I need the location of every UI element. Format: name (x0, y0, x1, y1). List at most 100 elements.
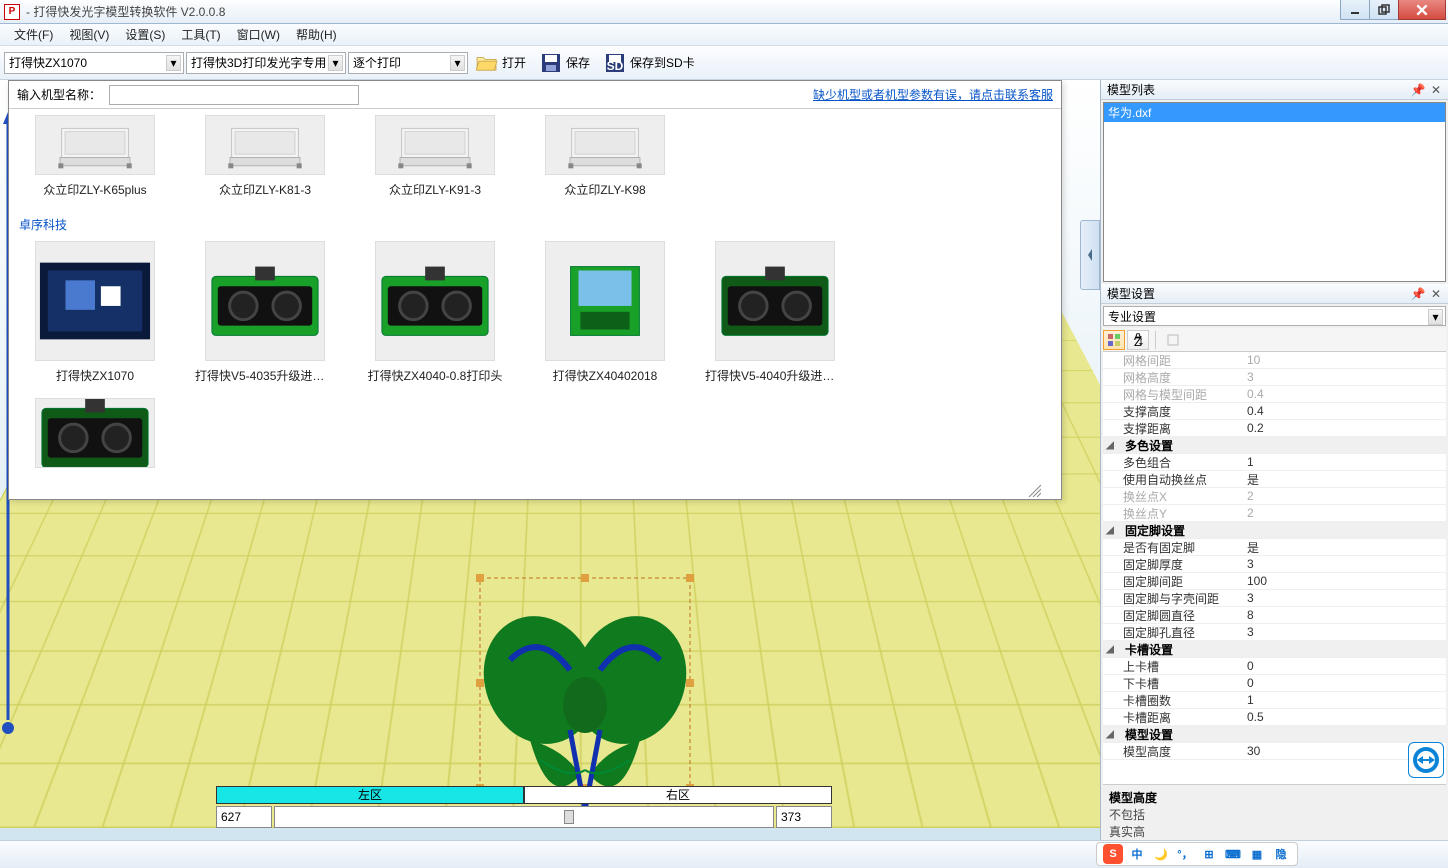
prop-value[interactable]: 是 (1243, 539, 1446, 556)
prop-row[interactable]: 网格高度3 (1103, 369, 1446, 386)
collapse-icon[interactable]: ◢ (1105, 644, 1115, 655)
ime-keyboard-icon[interactable]: ⌨ (1223, 844, 1243, 864)
splitter-handle[interactable] (1080, 220, 1100, 290)
prop-value[interactable]: 0 (1243, 659, 1446, 673)
prop-row[interactable]: 模型高度30 (1103, 743, 1446, 760)
menu-window[interactable]: 窗口(W) (229, 24, 288, 45)
prop-row[interactable]: 固定脚圆直径8 (1103, 607, 1446, 624)
machine-thumb[interactable]: 众立印ZLY-K81-3 (195, 115, 335, 198)
zone-slider-thumb[interactable] (564, 810, 574, 824)
prop-row[interactable]: 支撑高度0.4 (1103, 403, 1446, 420)
ime-grid-icon[interactable]: ⊞ (1199, 844, 1219, 864)
machine-thumb[interactable]: 众立印ZLY-K65plus (25, 115, 165, 198)
close-button[interactable] (1398, 0, 1446, 20)
minimize-button[interactable] (1340, 0, 1370, 20)
prop-row[interactable]: 固定脚与字壳间距3 (1103, 590, 1446, 607)
machine-thumb[interactable]: 众立印ZLY-K98 (535, 115, 675, 198)
zone-left-value[interactable]: 627 (216, 806, 272, 828)
zone-right-tab[interactable]: 右区 (524, 786, 832, 804)
prop-value[interactable]: 3 (1243, 625, 1446, 639)
ime-moon-icon[interactable]: 🌙 (1151, 844, 1171, 864)
ime-slot-icon[interactable]: ▦ (1247, 844, 1267, 864)
prop-row[interactable]: 固定脚厚度3 (1103, 556, 1446, 573)
viewport-3d[interactable]: 输入机型名称： 缺少机型或者机型参数有误，请点击联系客服 众立印ZLY-K65p… (0, 80, 1100, 840)
model-list-item[interactable]: 华为.dxf (1104, 103, 1445, 122)
prop-value[interactable]: 8 (1243, 608, 1446, 622)
prop-row[interactable]: 使用自动换丝点是 (1103, 471, 1446, 488)
prop-row[interactable]: 固定脚间距100 (1103, 573, 1446, 590)
prop-value[interactable]: 是 (1243, 471, 1446, 488)
machine-name-input[interactable] (109, 85, 359, 105)
categorized-view-button[interactable] (1103, 330, 1125, 350)
prop-value[interactable]: 0.5 (1243, 710, 1446, 724)
machine-thumb[interactable]: 打得快V5-4035升级进程热... (195, 241, 335, 384)
ime-toolbar[interactable]: S 中 🌙 °， ⊞ ⌨ ▦ 隐 (1096, 842, 1298, 866)
maximize-button[interactable] (1369, 0, 1399, 20)
menu-help[interactable]: 帮助(H) (288, 24, 345, 45)
save-button[interactable]: 保存 (534, 49, 596, 77)
prop-group-header[interactable]: ◢卡槽设置 (1103, 641, 1446, 658)
prop-row[interactable]: 固定脚孔直径3 (1103, 624, 1446, 641)
machine-combo[interactable]: 打得快ZX1070 ▾ (4, 52, 184, 74)
prop-row[interactable]: 支撑距离0.2 (1103, 420, 1446, 437)
prop-row[interactable]: 网格与模型间距0.4 (1103, 386, 1446, 403)
printmode-combo[interactable]: 逐个打印 ▾ (348, 52, 468, 74)
prop-row[interactable]: 上卡槽0 (1103, 658, 1446, 675)
prop-row[interactable]: 是否有固定脚是 (1103, 539, 1446, 556)
prop-value[interactable]: 100 (1243, 574, 1446, 588)
prop-value[interactable]: 2 (1243, 489, 1446, 503)
prop-row[interactable]: 多色组合1 (1103, 454, 1446, 471)
prop-value[interactable]: 0 (1243, 676, 1446, 690)
machine-thumb[interactable]: 打得快ZX40402018 (535, 241, 675, 384)
ime-chinese-icon[interactable]: 中 (1127, 844, 1147, 864)
machine-thumb[interactable] (25, 398, 165, 474)
alphabetical-view-button[interactable]: AZ (1127, 330, 1149, 350)
prop-group-header[interactable]: ◢模型设置 (1103, 726, 1446, 743)
save-sd-button[interactable]: SD 保存到SD卡 (598, 49, 701, 77)
prop-value[interactable]: 3 (1243, 591, 1446, 605)
prop-row[interactable]: 下卡槽0 (1103, 675, 1446, 692)
open-button[interactable]: 打开 (470, 49, 532, 77)
pin-icon[interactable]: 📌 (1412, 288, 1424, 300)
prop-row[interactable]: 卡槽距离0.5 (1103, 709, 1446, 726)
property-grid[interactable]: 网格间距10网格高度3网格与模型间距0.4支撑高度0.4支撑距离0.2◢多色设置… (1103, 352, 1446, 784)
profile-combo[interactable]: 打得快3D打印发光字专用 ▾ (186, 52, 346, 74)
settings-mode-combo[interactable]: 专业设置 ▾ (1103, 306, 1446, 326)
prop-group-header[interactable]: ◢多色设置 (1103, 437, 1446, 454)
prop-value[interactable]: 10 (1243, 353, 1446, 367)
resize-grip-icon[interactable] (1025, 481, 1041, 497)
ime-punct-icon[interactable]: °， (1175, 844, 1195, 864)
settings-extra-button[interactable] (1162, 330, 1184, 350)
ime-logo-icon[interactable]: S (1103, 844, 1123, 864)
machine-thumb[interactable]: 众立印ZLY-K91-3 (365, 115, 505, 198)
machine-thumb[interactable]: 打得快ZX4040-0.8打印头 (365, 241, 505, 384)
ime-hide-icon[interactable]: 隐 (1271, 844, 1291, 864)
prop-row[interactable]: 卡槽圈数1 (1103, 692, 1446, 709)
close-panel-icon[interactable]: ✕ (1430, 288, 1442, 300)
prop-value[interactable]: 2 (1243, 506, 1446, 520)
prop-value[interactable]: 1 (1243, 455, 1446, 469)
contact-support-link[interactable]: 缺少机型或者机型参数有误，请点击联系客服 (813, 86, 1053, 103)
prop-value[interactable]: 3 (1243, 370, 1446, 384)
prop-value[interactable]: 0.4 (1243, 387, 1446, 401)
selector-body[interactable]: 众立印ZLY-K65plus 众立印ZLY-K81-3 众立印ZLY-K91-3 众立… (9, 109, 1061, 499)
menu-settings[interactable]: 设置(S) (117, 24, 173, 45)
zone-right-value[interactable]: 373 (776, 806, 832, 828)
teamviewer-icon[interactable] (1408, 742, 1444, 778)
prop-value[interactable]: 0.4 (1243, 404, 1446, 418)
menu-tools[interactable]: 工具(T) (173, 24, 228, 45)
prop-value[interactable]: 1 (1243, 693, 1446, 707)
prop-value[interactable]: 3 (1243, 557, 1446, 571)
prop-row[interactable]: 换丝点Y2 (1103, 505, 1446, 522)
collapse-icon[interactable]: ◢ (1105, 525, 1115, 536)
zone-left-tab[interactable]: 左区 (216, 786, 524, 804)
machine-thumb[interactable]: 打得快V5-4040升级进程热... (705, 241, 845, 384)
prop-row[interactable]: 换丝点X2 (1103, 488, 1446, 505)
prop-value[interactable]: 0.2 (1243, 421, 1446, 435)
menu-file[interactable]: 文件(F) (6, 24, 61, 45)
collapse-icon[interactable]: ◢ (1105, 729, 1115, 740)
model-list[interactable]: 华为.dxf (1103, 102, 1446, 282)
prop-group-header[interactable]: ◢固定脚设置 (1103, 522, 1446, 539)
prop-row[interactable]: 网格间距10 (1103, 352, 1446, 369)
zone-slider[interactable] (274, 806, 774, 828)
